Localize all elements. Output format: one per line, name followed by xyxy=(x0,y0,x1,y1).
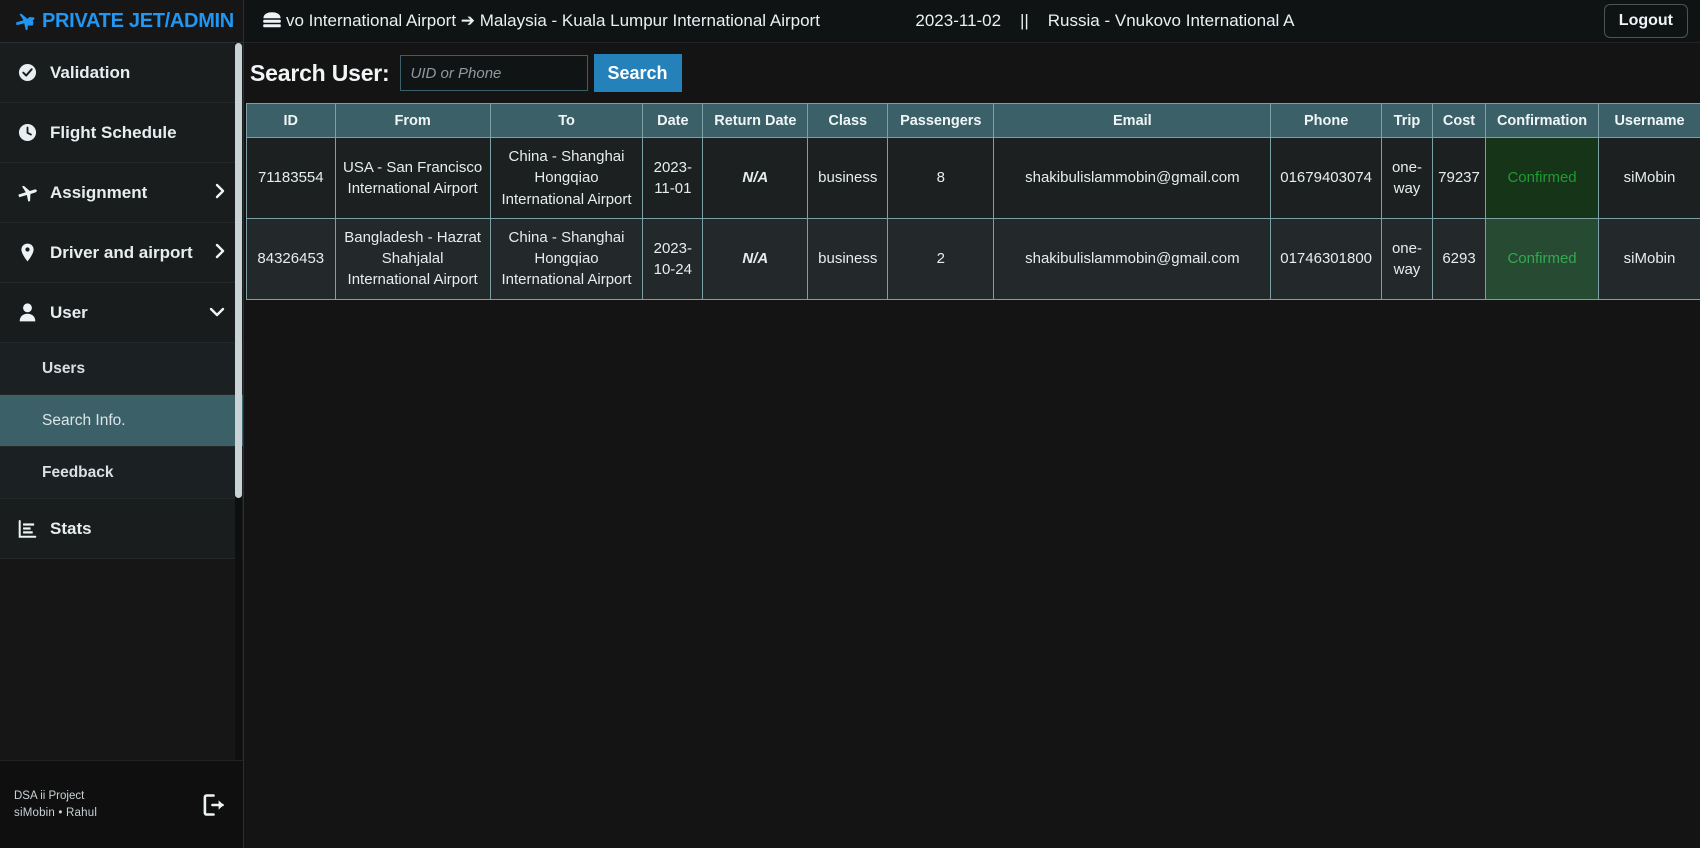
cell-date: 2023-11-01 xyxy=(642,137,704,219)
col-header-confirmation[interactable]: Confirmation xyxy=(1485,103,1600,138)
sidebar-footer: DSA ii Project siMobin • Rahul xyxy=(0,760,243,848)
col-header-passengers[interactable]: Passengers xyxy=(887,103,995,138)
cell-username: siMobin xyxy=(1598,137,1700,219)
sidebar-item-user[interactable]: User xyxy=(0,283,243,343)
sign-out-icon[interactable] xyxy=(201,792,227,818)
cell-to: China - Shanghai Hongqiao International … xyxy=(489,217,644,300)
cell-cost: 6293 xyxy=(1431,217,1487,300)
cell-email: shakibulislammobin@gmail.com xyxy=(993,217,1272,300)
sidebar-item-label: Assignment xyxy=(50,182,148,202)
brand-logo[interactable]: PRIVATE JET/ADMIN xyxy=(0,0,243,43)
chevron-right-icon xyxy=(215,243,225,263)
bar-chart-icon xyxy=(16,519,38,538)
search-button[interactable]: Search xyxy=(593,54,682,92)
map-pin-icon xyxy=(16,243,38,262)
col-header-cost[interactable]: Cost xyxy=(1431,103,1487,138)
cell-cost: 79237 xyxy=(1431,137,1487,219)
col-header-email[interactable]: Email xyxy=(993,103,1272,138)
table-header-row: ID From To Date Return Date Class Passen… xyxy=(246,103,1700,138)
sidebar-item-label: Driver and airport xyxy=(50,242,193,262)
table-row[interactable]: 71183554 USA - San Francisco Internation… xyxy=(246,137,1700,219)
app-root: PRIVATE JET/ADMIN Validation Flight Sche… xyxy=(0,0,1700,848)
ticker-separator: || xyxy=(1020,11,1029,30)
search-user-label: Search User: xyxy=(250,59,390,86)
plane-icon xyxy=(16,183,38,202)
sidebar-item-driver-and-airport[interactable]: Driver and airport xyxy=(0,223,243,283)
check-circle-icon xyxy=(16,63,38,82)
cell-to: China - Shanghai Hongqiao International … xyxy=(489,137,644,219)
sidebar-item-assignment[interactable]: Assignment xyxy=(0,163,243,223)
search-bar: Search User: Search xyxy=(244,43,1700,103)
hamburger-icon[interactable] xyxy=(258,10,286,32)
search-results-table: ID From To Date Return Date Class Passen… xyxy=(246,103,1700,300)
sidebar-nav: Validation Flight Schedule Assignment Dr… xyxy=(0,43,243,760)
col-header-from[interactable]: From xyxy=(334,103,491,138)
sidebar-item-label: User xyxy=(50,302,88,322)
cell-class: business xyxy=(807,217,889,300)
cell-id: 84326453 xyxy=(246,217,336,300)
col-header-to[interactable]: To xyxy=(489,103,644,138)
sidebar-subitem-label: Users xyxy=(42,359,86,377)
sidebar-item-validation[interactable]: Validation xyxy=(0,43,243,103)
sidebar-item-flight-schedule[interactable]: Flight Schedule xyxy=(0,103,243,163)
sidebar-item-label: Stats xyxy=(50,518,92,538)
ticker-date: 2023-11-02 xyxy=(915,11,1002,30)
cell-passengers: 2 xyxy=(887,217,995,300)
sidebar: PRIVATE JET/ADMIN Validation Flight Sche… xyxy=(0,0,244,848)
cell-from: USA - San Francisco International Airpor… xyxy=(334,137,491,219)
table-row[interactable]: 84326453 Bangladesh - Hazrat Shahjalal I… xyxy=(246,217,1700,300)
sidebar-item-label: Flight Schedule xyxy=(50,122,177,142)
col-header-return-date[interactable]: Return Date xyxy=(702,103,809,138)
cell-return-date: N/A xyxy=(702,137,809,219)
brand-title: PRIVATE JET/ADMIN xyxy=(42,9,234,32)
cell-passengers: 8 xyxy=(887,137,995,219)
ticker-route-2: Russia - Vnukovo International A xyxy=(1047,11,1295,30)
chevron-right-icon xyxy=(215,183,225,203)
top-bar: covo International Airport ➔ Malaysia - … xyxy=(244,0,1700,43)
sidebar-subitem-label: Search Info. xyxy=(42,411,126,429)
sidebar-scrollbar-thumb[interactable] xyxy=(235,43,242,498)
col-header-phone[interactable]: Phone xyxy=(1270,103,1382,138)
logout-button[interactable]: Logout xyxy=(1603,4,1688,38)
chevron-down-icon xyxy=(209,304,225,321)
sidebar-subitem-users[interactable]: Users xyxy=(0,343,243,395)
footer-project-name: DSA ii Project xyxy=(14,789,85,802)
cell-phone: 01746301800 xyxy=(1270,217,1382,300)
cell-phone: 01679403074 xyxy=(1270,137,1382,219)
sidebar-subitem-label: Feedback xyxy=(42,463,114,481)
sidebar-item-label: Validation xyxy=(50,62,131,82)
col-header-trip[interactable]: Trip xyxy=(1381,103,1433,138)
plane-lock-icon xyxy=(14,11,36,31)
col-header-class[interactable]: Class xyxy=(807,103,889,138)
footer-credits: DSA ii Project siMobin • Rahul xyxy=(14,788,97,821)
col-header-date[interactable]: Date xyxy=(642,103,704,138)
cell-username: siMobin xyxy=(1598,217,1700,300)
cell-class: business xyxy=(807,137,889,219)
cell-trip: one-way xyxy=(1381,217,1433,300)
status-badge-confirmation: Confirmed xyxy=(1485,217,1600,300)
clock-icon xyxy=(16,123,38,142)
search-input[interactable] xyxy=(399,55,588,91)
sidebar-subitem-feedback[interactable]: Feedback xyxy=(0,447,243,499)
sidebar-subitem-search-info[interactable]: Search Info. xyxy=(0,395,243,447)
flight-ticker: covo International Airport ➔ Malaysia - … xyxy=(286,11,1590,31)
col-header-username[interactable]: Username xyxy=(1598,103,1700,138)
footer-authors: siMobin • Rahul xyxy=(14,806,98,819)
user-icon xyxy=(16,303,38,322)
col-header-id[interactable]: ID xyxy=(246,103,336,138)
main-area: covo International Airport ➔ Malaysia - … xyxy=(244,0,1700,848)
sidebar-item-stats[interactable]: Stats xyxy=(0,499,243,559)
cell-id: 71183554 xyxy=(246,137,336,219)
cell-email: shakibulislammobin@gmail.com xyxy=(993,137,1272,219)
ticker-route-1: covo International Airport ➔ Malaysia - … xyxy=(286,11,820,30)
cell-trip: one-way xyxy=(1381,137,1433,219)
cell-date: 2023-10-24 xyxy=(642,217,704,300)
status-badge-confirmation: Confirmed xyxy=(1485,137,1600,219)
cell-from: Bangladesh - Hazrat Shahjalal Internatio… xyxy=(334,217,491,300)
cell-return-date: N/A xyxy=(702,217,809,300)
results-table-container: ID From To Date Return Date Class Passen… xyxy=(244,103,1700,300)
